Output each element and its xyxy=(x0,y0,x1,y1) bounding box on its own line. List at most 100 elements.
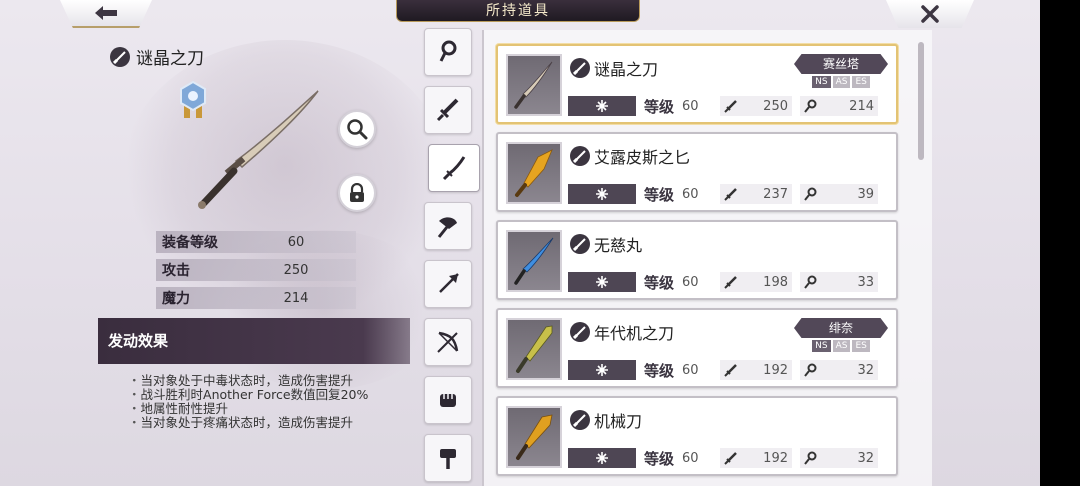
level-value: 60 xyxy=(682,186,699,202)
style-tag: ES xyxy=(852,340,870,352)
accessory-icon xyxy=(439,40,457,62)
back-arrow-icon xyxy=(95,6,117,20)
tab-sword[interactable] xyxy=(424,86,472,134)
element-slot xyxy=(568,360,636,380)
sword-icon xyxy=(436,98,459,122)
katana-type-icon xyxy=(570,322,590,342)
sparkle-icon xyxy=(596,276,608,288)
item-thumbnail xyxy=(506,318,562,380)
attack-value: 192 xyxy=(763,362,788,378)
style-tag: NS xyxy=(812,76,831,88)
attack-value: 250 xyxy=(763,98,788,114)
scrollbar[interactable] xyxy=(918,42,924,160)
stat-row-level: 装备等级 60 xyxy=(156,231,356,253)
effect-list: 当对象处于中毒状态时，造成伤害提升 战斗胜利时Another Force数值回复… xyxy=(128,374,369,430)
magic-icon xyxy=(804,275,817,289)
item-card[interactable]: 无慈丸 等级 60 198 33 xyxy=(496,220,898,300)
attack-stat: 198 xyxy=(720,272,792,292)
magic-stat: 32 xyxy=(800,360,878,380)
item-card[interactable]: 年代机之刀 绯奈 NS AS ES 等级 60 192 32 xyxy=(496,308,898,388)
style-tag: ES xyxy=(852,76,870,88)
effect-item: 当对象处于中毒状态时，造成伤害提升 xyxy=(128,374,368,388)
tab-bow[interactable] xyxy=(424,318,472,366)
lock-button[interactable] xyxy=(338,174,376,212)
equipped-character-tag: 绯奈 xyxy=(794,318,888,338)
axe-icon xyxy=(437,217,457,238)
inventory-screen: 所持道具 谜晶之刀 装备等级 60 攻击 250 魔力 214 发动效果 ・ 当… xyxy=(0,0,1040,486)
magic-value: 33 xyxy=(857,274,874,290)
magic-icon xyxy=(804,99,817,113)
style-tag: AS xyxy=(832,76,851,88)
level-label: 等级 xyxy=(643,361,674,380)
tab-axe[interactable] xyxy=(424,202,472,250)
magic-icon xyxy=(804,187,817,201)
tab-spear[interactable] xyxy=(424,260,472,308)
page-title: 所持道具 xyxy=(396,0,640,22)
attack-value: 192 xyxy=(763,450,788,466)
item-name: 艾露皮斯之匕 xyxy=(594,148,691,167)
magic-value: 39 xyxy=(857,186,874,202)
magic-stat: 214 xyxy=(800,96,878,116)
level-value: 60 xyxy=(682,98,699,114)
katana-image xyxy=(514,61,553,109)
katana-type-icon xyxy=(570,58,590,78)
katana-icon xyxy=(442,156,466,181)
magic-value: 32 xyxy=(857,450,874,466)
selected-item-title: 谜晶之刀 xyxy=(110,44,204,69)
stat-value: 60 xyxy=(287,234,305,250)
katana-type-icon xyxy=(110,46,130,67)
katana-image xyxy=(514,237,554,285)
tab-katana[interactable] xyxy=(428,144,480,192)
attack-icon xyxy=(724,100,737,113)
magic-value: 214 xyxy=(849,98,874,114)
stat-row-attack: 攻击 250 xyxy=(156,259,356,281)
dagger-image xyxy=(515,149,553,197)
close-button[interactable] xyxy=(886,0,974,28)
element-slot xyxy=(568,448,636,468)
tab-fist[interactable] xyxy=(424,376,472,424)
item-thumbnail xyxy=(506,142,562,204)
effect-item: 当对象处于疼痛状态时，造成伤害提升 xyxy=(128,416,368,430)
attack-stat: 192 xyxy=(720,448,792,468)
magic-stat: 39 xyxy=(800,184,878,204)
item-card[interactable]: 艾露皮斯之匕 等级 60 237 39 xyxy=(496,132,898,212)
style-tags: NS AS ES xyxy=(794,76,888,88)
katana-type-icon xyxy=(570,410,590,430)
sparkle-icon xyxy=(596,188,608,200)
sparkle-icon xyxy=(596,452,608,464)
magnifier-icon xyxy=(347,119,368,140)
element-slot xyxy=(568,184,636,204)
level-label: 等级 xyxy=(643,185,674,204)
style-tag: AS xyxy=(832,340,851,352)
close-icon xyxy=(921,5,939,23)
item-card[interactable]: 机械刀 等级 60 192 32 xyxy=(496,396,898,476)
tab-accessory[interactable] xyxy=(424,28,472,76)
attack-stat: 250 xyxy=(720,96,792,116)
effect-section-title: 发动效果 xyxy=(98,318,410,364)
item-name: 谜晶之刀 xyxy=(594,60,659,79)
attack-icon xyxy=(724,276,737,289)
level-value: 60 xyxy=(682,450,699,466)
tab-hammer[interactable] xyxy=(424,434,472,482)
lock-icon xyxy=(350,183,364,202)
magic-icon xyxy=(804,451,817,465)
attack-stat: 237 xyxy=(720,184,792,204)
stat-label: 魔力 xyxy=(162,291,190,307)
level-label: 等级 xyxy=(643,273,674,292)
back-button[interactable] xyxy=(60,0,152,28)
style-tag: NS xyxy=(812,340,831,352)
attack-icon xyxy=(724,188,737,201)
stat-label: 攻击 xyxy=(162,263,190,279)
level-value: 60 xyxy=(682,274,699,290)
katana-type-icon xyxy=(570,234,590,254)
hammer-icon xyxy=(440,449,456,469)
selected-item-name: 谜晶之刀 xyxy=(136,49,204,69)
effect-item: 战斗胜利时Another Force数值回复20% xyxy=(128,388,369,402)
item-card[interactable]: 谜晶之刀 赛丝塔 NS AS ES 等级 60 250 214 xyxy=(496,44,898,124)
item-thumbnail xyxy=(506,406,562,468)
stat-label: 装备等级 xyxy=(162,235,218,251)
attack-stat: 192 xyxy=(720,360,792,380)
zoom-button[interactable] xyxy=(338,110,376,148)
level-label: 等级 xyxy=(643,449,674,468)
stat-row-magic: 魔力 214 xyxy=(156,287,356,309)
